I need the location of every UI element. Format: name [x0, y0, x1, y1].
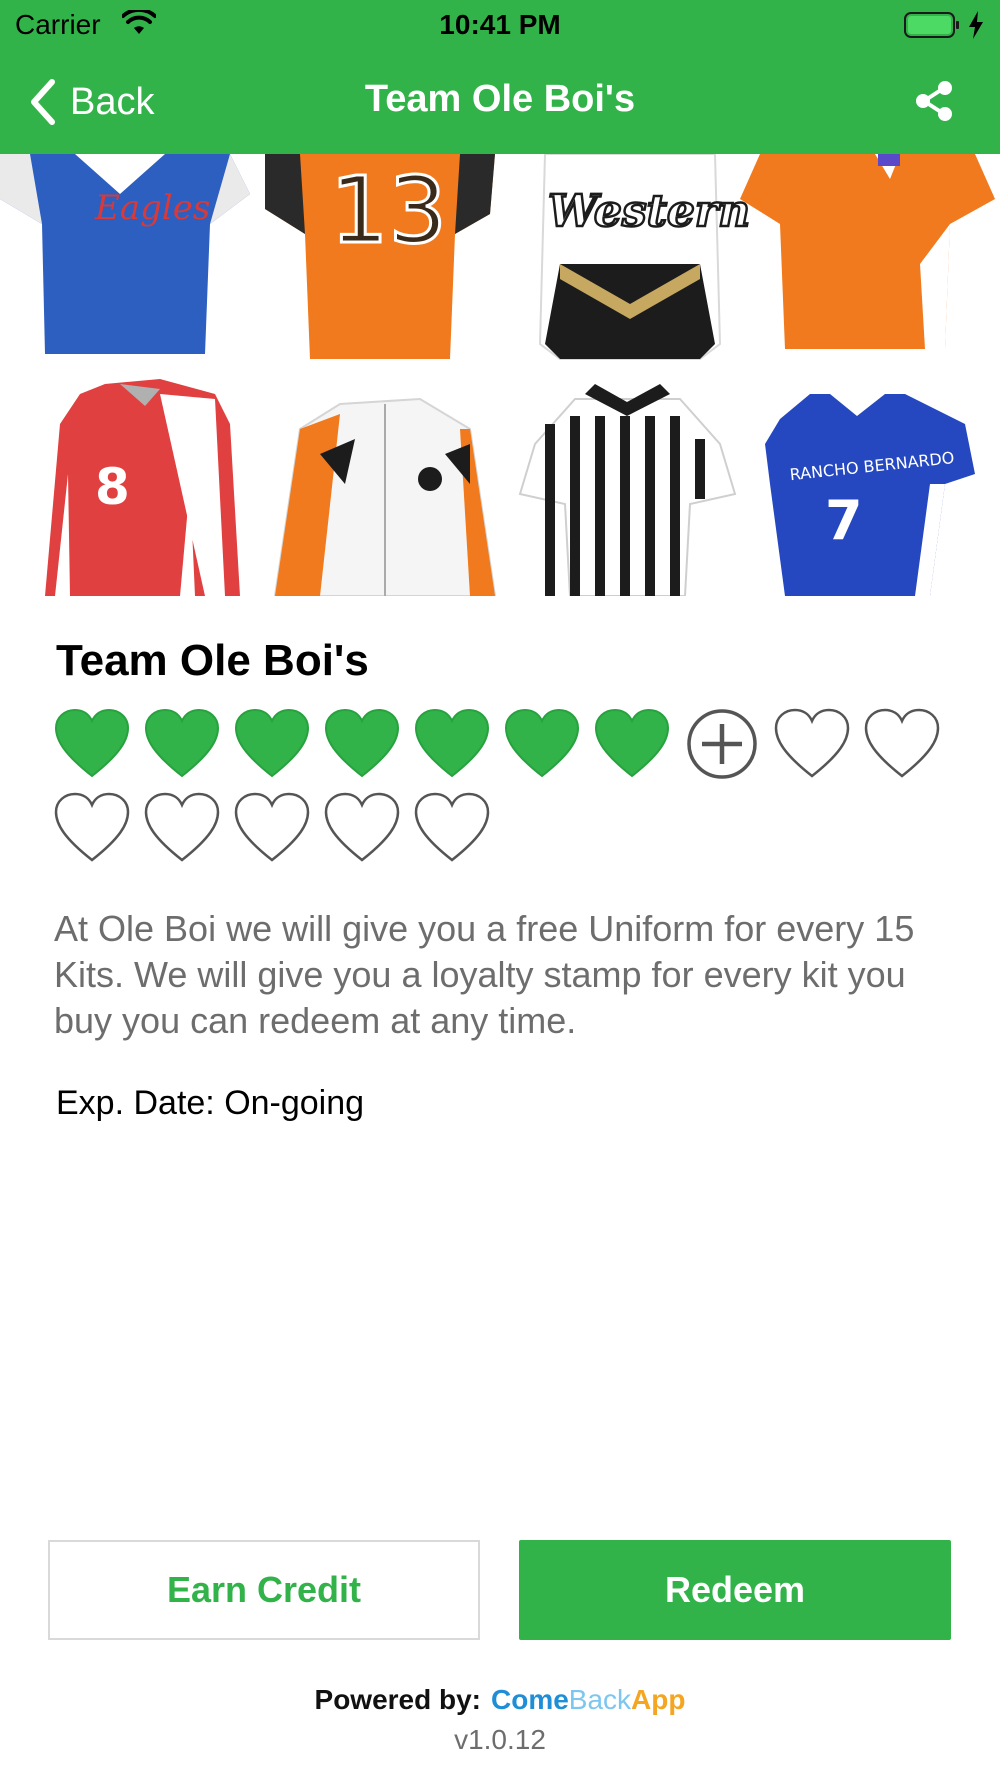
referee-shirt: [518, 384, 737, 596]
navigation-bar: Back Team Ole Boi's: [0, 50, 1000, 154]
redeem-button[interactable]: Redeem: [519, 1540, 951, 1640]
jersey-text: 13: [330, 157, 447, 264]
powered-label: Powered by:: [314, 1684, 481, 1715]
top-bar: Carrier 10:41 PM Back Team Ole Boi's: [0, 0, 1000, 154]
heart-outline-icon: [234, 792, 310, 862]
heart-outline-icon: [324, 792, 400, 862]
jerseys-collage: Eagles 13 Western 8 RANCHO BERNARDO 7: [0, 154, 995, 596]
hero-image: Eagles 13 Western 8 RANCHO BERNARDO 7: [0, 154, 1000, 596]
heart-filled-icon: [414, 708, 490, 778]
jersey-text: Western: [548, 186, 750, 237]
jersey-text: Eagles: [94, 188, 210, 228]
expiry-date: Exp. Date: On-going: [56, 1084, 365, 1122]
app-version: v1.0.12: [454, 1724, 546, 1755]
heart-outline-icon: [774, 708, 850, 778]
heart-outline-icon: [864, 708, 940, 778]
page-title: Team Ole Boi's: [364, 78, 636, 120]
heart-filled-icon: [594, 708, 670, 778]
brand-logo[interactable]: ComeBackApp: [491, 1684, 685, 1715]
jersey-western: Western: [538, 154, 751, 360]
heart-filled-icon: [234, 708, 310, 778]
status-bar: Carrier 10:41 PM: [0, 0, 1000, 50]
share-icon[interactable]: [914, 80, 956, 122]
status-time: 10:41 PM: [439, 9, 561, 40]
brand-part-back: Back: [568, 1684, 632, 1715]
charging-icon: [969, 11, 983, 39]
heart-filled-icon: [144, 708, 220, 778]
heart-filled-icon: [54, 708, 130, 778]
powered-by: Powered by: ComeBackApp: [0, 1684, 1000, 1716]
heart-outline-icon: [54, 792, 130, 862]
jersey-blue-7: RANCHO BERNARDO 7: [765, 394, 975, 596]
jersey-blue-eagles: Eagles: [0, 154, 250, 354]
jersey-red-8: 8: [45, 379, 240, 596]
jersey-text: 8: [95, 458, 130, 516]
jacket-white-orange: [273, 397, 497, 596]
heart-filled-icon: [324, 708, 400, 778]
jersey-orange: [740, 154, 995, 349]
heart-outline-icon: [414, 792, 490, 862]
earn-credit-button[interactable]: Earn Credit: [48, 1540, 480, 1640]
brand-part-come: Come: [491, 1684, 569, 1715]
jersey-text: 7: [825, 489, 863, 552]
jersey-orange-13: 13: [265, 154, 495, 359]
battery-icon: [904, 12, 959, 38]
card-title: Team Ole Boi's: [56, 636, 369, 685]
card-description: At Ole Boi we will give you a free Unifo…: [54, 908, 915, 1041]
heart-filled-icon: [504, 708, 580, 778]
plus-circle-icon[interactable]: [684, 708, 760, 780]
heart-outline-icon: [144, 792, 220, 862]
brand-part-app: App: [631, 1684, 686, 1715]
